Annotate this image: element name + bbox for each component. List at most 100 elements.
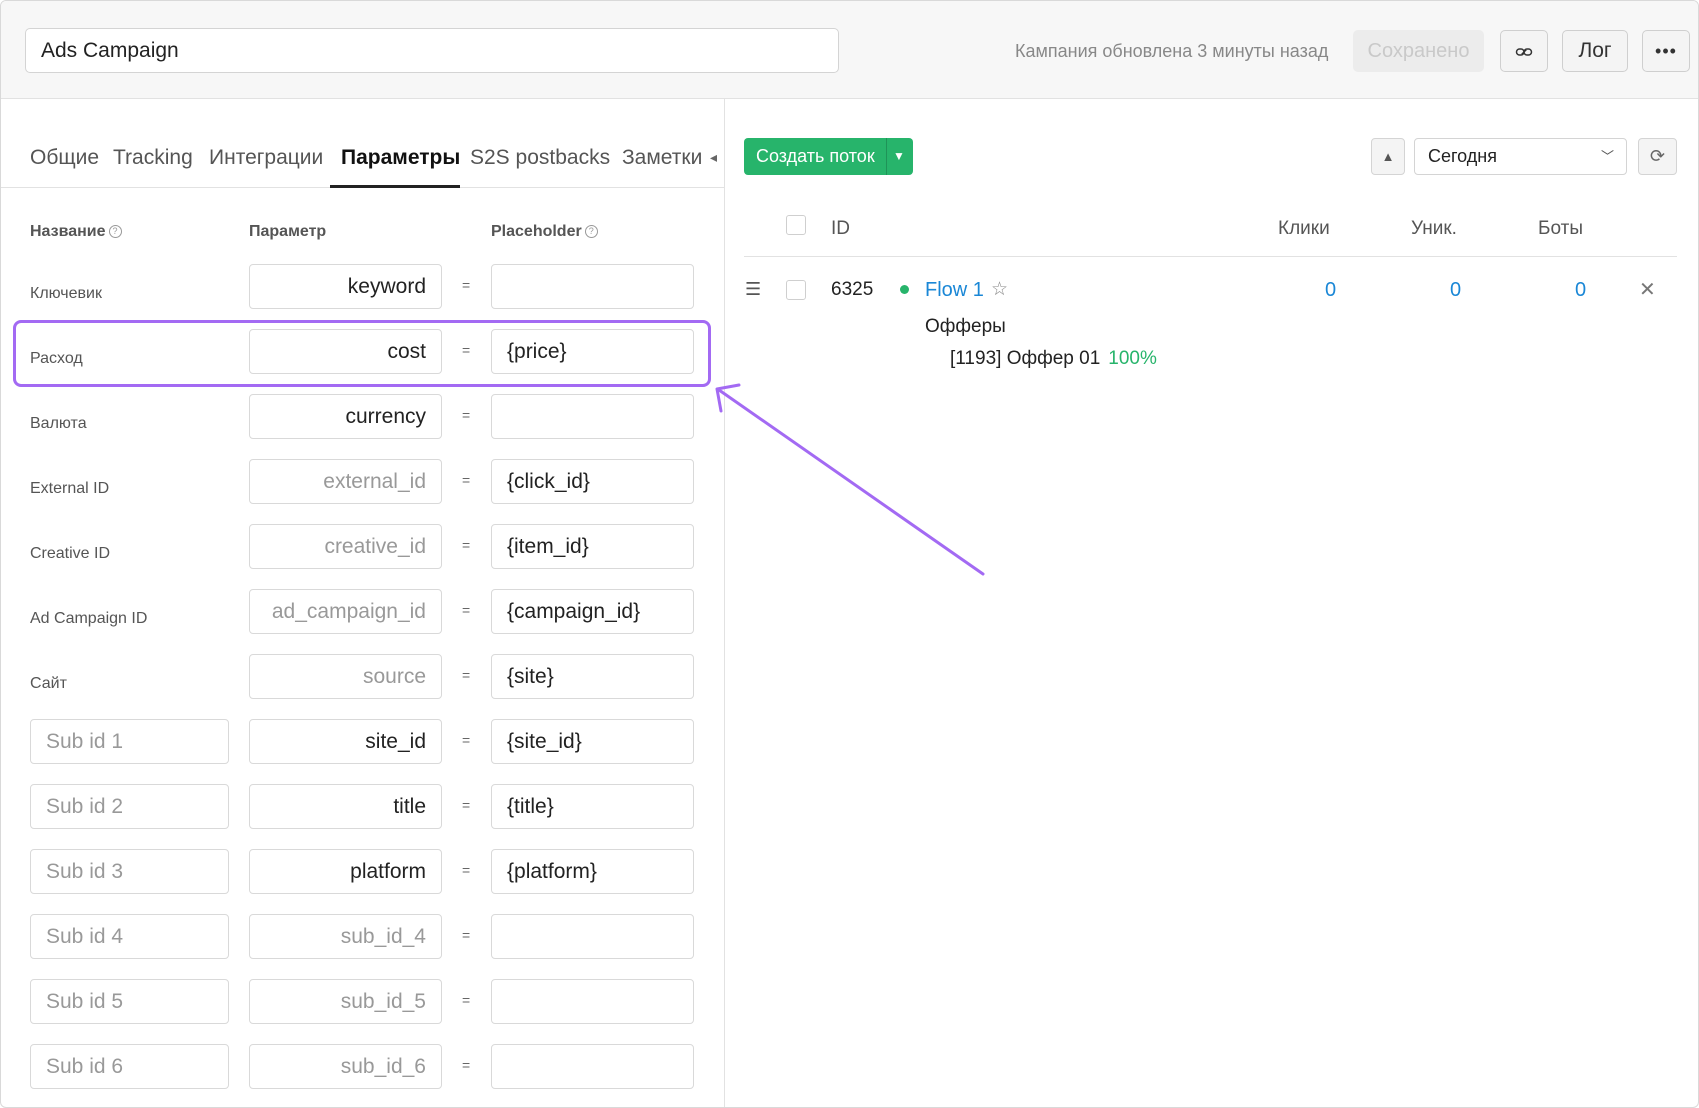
sub-id-placeholder-input[interactable]: [491, 914, 694, 959]
refresh-icon: ⟳: [1649, 146, 1666, 166]
flow-name-link[interactable]: Flow 1: [925, 279, 984, 302]
equals-sign: =: [462, 732, 471, 748]
campaign-header: Ads Campaign Кампания обновлена 3 минуты…: [1, 1, 1698, 99]
update-status: Кампания обновлена 3 минуты назад: [1015, 41, 1329, 61]
refresh-button[interactable]: ⟳: [1638, 138, 1677, 175]
placeholder-input-ad-campaign-id[interactable]: {campaign_id}: [491, 589, 694, 634]
equals-sign: =: [462, 797, 471, 813]
sub-id-param-input[interactable]: platform: [249, 849, 442, 894]
equals-sign: =: [462, 927, 471, 943]
placeholder-input-creative-id[interactable]: {item_id}: [491, 524, 694, 569]
offers-title: Офферы: [925, 316, 1006, 337]
param-input-ad-campaign-id[interactable]: ad_campaign_id: [249, 589, 442, 634]
tab-general[interactable]: Общие: [30, 146, 99, 170]
sub-id-param-input[interactable]: title: [249, 784, 442, 829]
offer-name: [1193] Оффер 01: [950, 348, 1101, 369]
sub-id-placeholder-input[interactable]: {platform}: [491, 849, 694, 894]
sub-id-name-input[interactable]: Sub id 6: [30, 1044, 229, 1089]
column-header-param: Параметр: [249, 223, 327, 240]
active-tab-indicator: [330, 185, 460, 188]
create-flow-button[interactable]: Создать поток ▼: [744, 138, 913, 175]
param-label-creative-id: Creative ID: [30, 545, 111, 562]
equals-sign: =: [462, 667, 471, 683]
column-header-id: ID: [831, 218, 850, 239]
more-menu-button[interactable]: •••: [1642, 30, 1690, 72]
flow-clicks[interactable]: 0: [1325, 279, 1336, 302]
sub-id-name-input[interactable]: Sub id 5: [30, 979, 229, 1024]
sub-id-param-input[interactable]: sub_id_5: [249, 979, 442, 1024]
select-all-checkbox[interactable]: [786, 215, 806, 235]
copy-link-button[interactable]: [1500, 30, 1548, 72]
sub-id-placeholder-input[interactable]: [491, 1044, 694, 1089]
param-label-keyword: Ключевик: [30, 285, 102, 302]
tabs-scroll-left-icon[interactable]: ◂: [710, 149, 717, 166]
placeholder-input-site[interactable]: {site}: [491, 654, 694, 699]
sub-id-param-input[interactable]: site_id: [249, 719, 442, 764]
highlight-annotation-box: [13, 320, 711, 387]
log-button[interactable]: Лог: [1562, 30, 1628, 72]
offer-share: 100%: [1108, 348, 1157, 369]
equals-sign: =: [462, 602, 471, 618]
caret-down-icon[interactable]: ▼: [893, 138, 905, 175]
param-label-external-id: External ID: [30, 480, 110, 497]
tab-integrations[interactable]: Интеграции: [209, 146, 323, 170]
tab-parameters[interactable]: Параметры: [341, 146, 460, 170]
sub-id-name-input[interactable]: Sub id 4: [30, 914, 229, 959]
sub-id-placeholder-input[interactable]: {title}: [491, 784, 694, 829]
chevron-down-icon: ﹀: [1600, 149, 1614, 164]
param-input-external-id[interactable]: external_id: [249, 459, 442, 504]
tab-tracking[interactable]: Tracking: [113, 146, 193, 170]
equals-sign: =: [462, 472, 471, 488]
campaign-name-input[interactable]: Ads Campaign: [25, 28, 839, 73]
column-header-name: Название?: [30, 223, 122, 241]
placeholder-input-keyword[interactable]: [491, 264, 694, 309]
date-range-select[interactable]: Сегодня ﹀: [1414, 138, 1627, 175]
sub-id-placeholder-input[interactable]: {site_id}: [491, 719, 694, 764]
table-divider: [744, 256, 1677, 257]
sub-id-param-input[interactable]: sub_id_6: [249, 1044, 442, 1089]
help-icon[interactable]: ?: [584, 225, 598, 239]
star-icon[interactable]: ☆: [991, 278, 1008, 301]
sort-up-button[interactable]: ▲: [1371, 138, 1405, 175]
tab-notes[interactable]: Заметки: [622, 146, 702, 170]
button-divider: [886, 138, 887, 175]
flow-unique[interactable]: 0: [1450, 279, 1461, 302]
drag-handle-icon[interactable]: ☰: [745, 279, 761, 300]
equals-sign: =: [462, 992, 471, 1008]
param-label-currency: Валюта: [30, 415, 87, 432]
link-icon: [1515, 47, 1533, 56]
offer-item: [1193] Оффер 01 100%: [950, 348, 1157, 370]
flow-bots[interactable]: 0: [1575, 279, 1586, 302]
column-header-bots: Боты: [1538, 218, 1583, 239]
param-input-keyword[interactable]: keyword: [249, 264, 442, 309]
param-input-creative-id[interactable]: creative_id: [249, 524, 442, 569]
status-dot-icon: [900, 285, 909, 294]
equals-sign: =: [462, 862, 471, 878]
triangle-up-icon: ▲: [1381, 149, 1395, 164]
param-input-site[interactable]: source: [249, 654, 442, 699]
flow-row-checkbox[interactable]: [786, 280, 806, 300]
param-label-ad-campaign-id: Ad Campaign ID: [30, 610, 148, 627]
settings-tabs: Общие Tracking Интеграции Параметры S2S …: [1, 99, 724, 188]
placeholder-input-external-id[interactable]: {click_id}: [491, 459, 694, 504]
column-header-clicks: Клики: [1278, 218, 1330, 239]
help-icon[interactable]: ?: [108, 225, 122, 239]
column-header-placeholder: Placeholder?: [491, 223, 598, 241]
campaign-settings-panel: Общие Tracking Интеграции Параметры S2S …: [1, 99, 725, 1107]
sub-id-placeholder-input[interactable]: [491, 979, 694, 1024]
sub-id-name-input[interactable]: Sub id 1: [30, 719, 229, 764]
create-flow-label: Создать поток: [756, 146, 875, 166]
sub-id-name-input[interactable]: Sub id 2: [30, 784, 229, 829]
date-range-value: Сегодня: [1428, 146, 1497, 166]
tab-s2s-postbacks[interactable]: S2S postbacks: [470, 146, 610, 170]
column-header-unique: Уник.: [1411, 218, 1457, 239]
equals-sign: =: [462, 1057, 471, 1073]
param-input-currency[interactable]: currency: [249, 394, 442, 439]
placeholder-input-currency[interactable]: [491, 394, 694, 439]
sub-id-param-input[interactable]: sub_id_4: [249, 914, 442, 959]
app-window: Ads Campaign Кампания обновлена 3 минуты…: [0, 0, 1699, 1108]
close-icon[interactable]: ✕: [1639, 277, 1656, 302]
flow-id: 6325: [831, 279, 874, 300]
saved-button[interactable]: Сохранено: [1353, 30, 1484, 72]
sub-id-name-input[interactable]: Sub id 3: [30, 849, 229, 894]
